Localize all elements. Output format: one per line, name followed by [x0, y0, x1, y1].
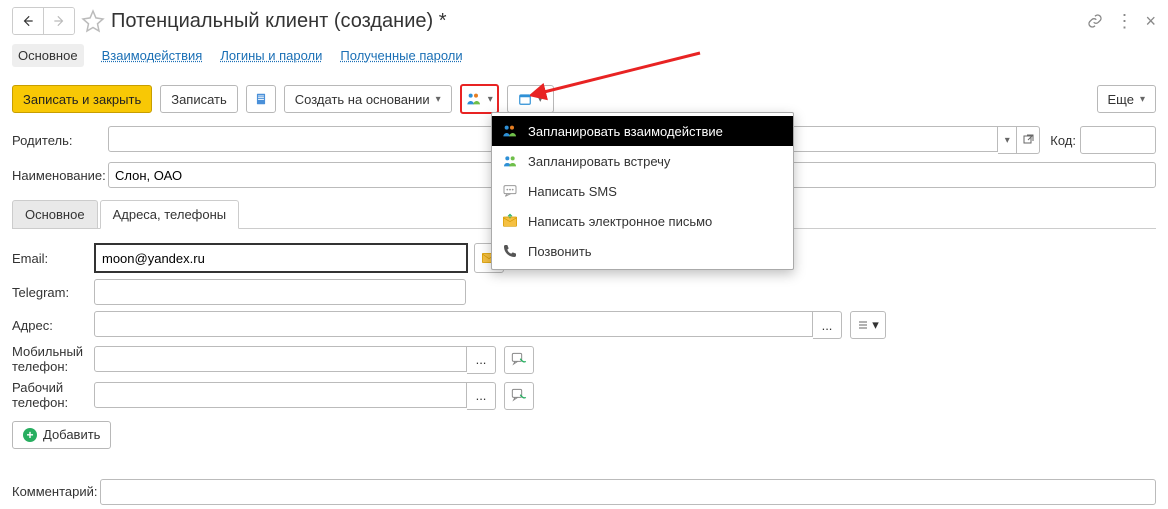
- menu-item-label: Позвонить: [528, 244, 592, 259]
- more-button[interactable]: Еще ▾: [1097, 85, 1156, 113]
- nav-link-interactions[interactable]: Взаимодействия: [102, 48, 203, 63]
- email-input[interactable]: [94, 243, 468, 273]
- telegram-input[interactable]: [94, 279, 466, 305]
- calendar-dropdown-button[interactable]: ▾: [507, 85, 554, 113]
- sms-icon: [502, 183, 518, 199]
- save-close-button[interactable]: Записать и закрыть: [12, 85, 152, 113]
- report-button[interactable]: [246, 85, 276, 113]
- calendar-icon: [518, 92, 532, 106]
- menu-item-write-sms[interactable]: Написать SMS: [492, 176, 793, 206]
- kebab-menu-icon[interactable]: ⋮: [1115, 11, 1133, 32]
- work-call-button[interactable]: [504, 382, 534, 410]
- address-list-button[interactable]: ▾: [850, 311, 886, 339]
- nav-link-passwords[interactable]: Полученные пароли: [340, 48, 462, 63]
- parent-label: Родитель:: [12, 133, 108, 148]
- nav-back-button[interactable]: [13, 8, 43, 34]
- users-pair-icon: [502, 153, 518, 169]
- menu-item-label: Запланировать встречу: [528, 154, 670, 169]
- parent-dropdown-button[interactable]: ▾: [998, 126, 1017, 154]
- nav-tab-main[interactable]: Основное: [12, 44, 84, 67]
- create-based-on-label: Создать на основании: [295, 92, 430, 107]
- menu-item-plan-meeting[interactable]: Запланировать встречу: [492, 146, 793, 176]
- mobile-phone-label: Мобильный телефон:: [12, 345, 94, 375]
- chevron-down-icon: ▾: [488, 94, 493, 105]
- comment-input[interactable]: [100, 479, 1156, 505]
- phone-bubble-icon: [511, 388, 527, 404]
- users-group-icon: [502, 123, 518, 139]
- menu-item-call[interactable]: Позвонить: [492, 236, 793, 266]
- plus-icon: +: [23, 428, 37, 442]
- work-phone-label: Рабочий телефон:: [12, 381, 94, 411]
- tab-main[interactable]: Основное: [12, 200, 98, 228]
- page-title: Потенциальный клиент (создание) *: [111, 10, 447, 33]
- users-group-icon: [466, 91, 482, 107]
- telegram-label: Telegram:: [12, 285, 94, 300]
- interaction-dropdown-menu: Запланировать взаимодействие Запланирова…: [491, 112, 794, 270]
- code-label: Код:: [1050, 133, 1076, 148]
- nav-link-logins[interactable]: Логины и пароли: [220, 48, 322, 63]
- chevron-down-icon: ▾: [436, 94, 441, 105]
- name-label: Наименование:: [12, 168, 108, 183]
- arrow-right-icon: [52, 14, 66, 28]
- menu-item-label: Написать SMS: [528, 184, 617, 199]
- mobile-phone-input[interactable]: [94, 346, 467, 372]
- menu-item-plan-interaction[interactable]: Запланировать взаимодействие: [492, 116, 793, 146]
- mobile-phone-open-button[interactable]: ...: [467, 346, 496, 374]
- menu-item-label: Написать электронное письмо: [528, 214, 712, 229]
- comment-label: Комментарий:: [12, 484, 100, 499]
- chevron-down-icon: ▾: [538, 94, 543, 105]
- add-contact-button[interactable]: + Добавить: [12, 421, 111, 449]
- chevron-down-icon: ▾: [1140, 94, 1145, 105]
- phone-icon: [502, 243, 518, 259]
- address-input[interactable]: [94, 311, 813, 337]
- work-phone-open-button[interactable]: ...: [467, 382, 496, 410]
- email-label: Email:: [12, 251, 94, 266]
- save-button[interactable]: Записать: [160, 85, 238, 113]
- code-input[interactable]: [1080, 126, 1156, 154]
- tab-addresses[interactable]: Адреса, телефоны: [100, 200, 240, 229]
- favorite-star-icon[interactable]: [81, 9, 105, 33]
- menu-item-label: Запланировать взаимодействие: [528, 124, 723, 139]
- phone-bubble-icon: [511, 352, 527, 368]
- envelope-arrow-icon: [502, 213, 518, 229]
- create-based-on-button[interactable]: Создать на основании ▾: [284, 85, 452, 113]
- chevron-down-icon: ▾: [872, 317, 879, 333]
- nav-forward-button[interactable]: [43, 8, 74, 34]
- parent-open-button[interactable]: [1017, 126, 1040, 154]
- open-external-icon: [1022, 134, 1034, 146]
- add-contact-label: Добавить: [43, 427, 100, 442]
- link-icon[interactable]: [1087, 13, 1103, 29]
- menu-item-write-email[interactable]: Написать электронное письмо: [492, 206, 793, 236]
- work-phone-input[interactable]: [94, 382, 467, 408]
- arrow-left-icon: [21, 14, 35, 28]
- list-icon: [857, 319, 869, 331]
- plan-interaction-dropdown-button[interactable]: ▾: [460, 84, 499, 114]
- address-open-button[interactable]: ...: [813, 311, 842, 339]
- mobile-call-button[interactable]: [504, 346, 534, 374]
- close-button[interactable]: ×: [1145, 11, 1156, 32]
- more-label: Еще: [1108, 92, 1134, 107]
- document-icon: [254, 92, 268, 106]
- address-label: Адрес:: [12, 318, 94, 333]
